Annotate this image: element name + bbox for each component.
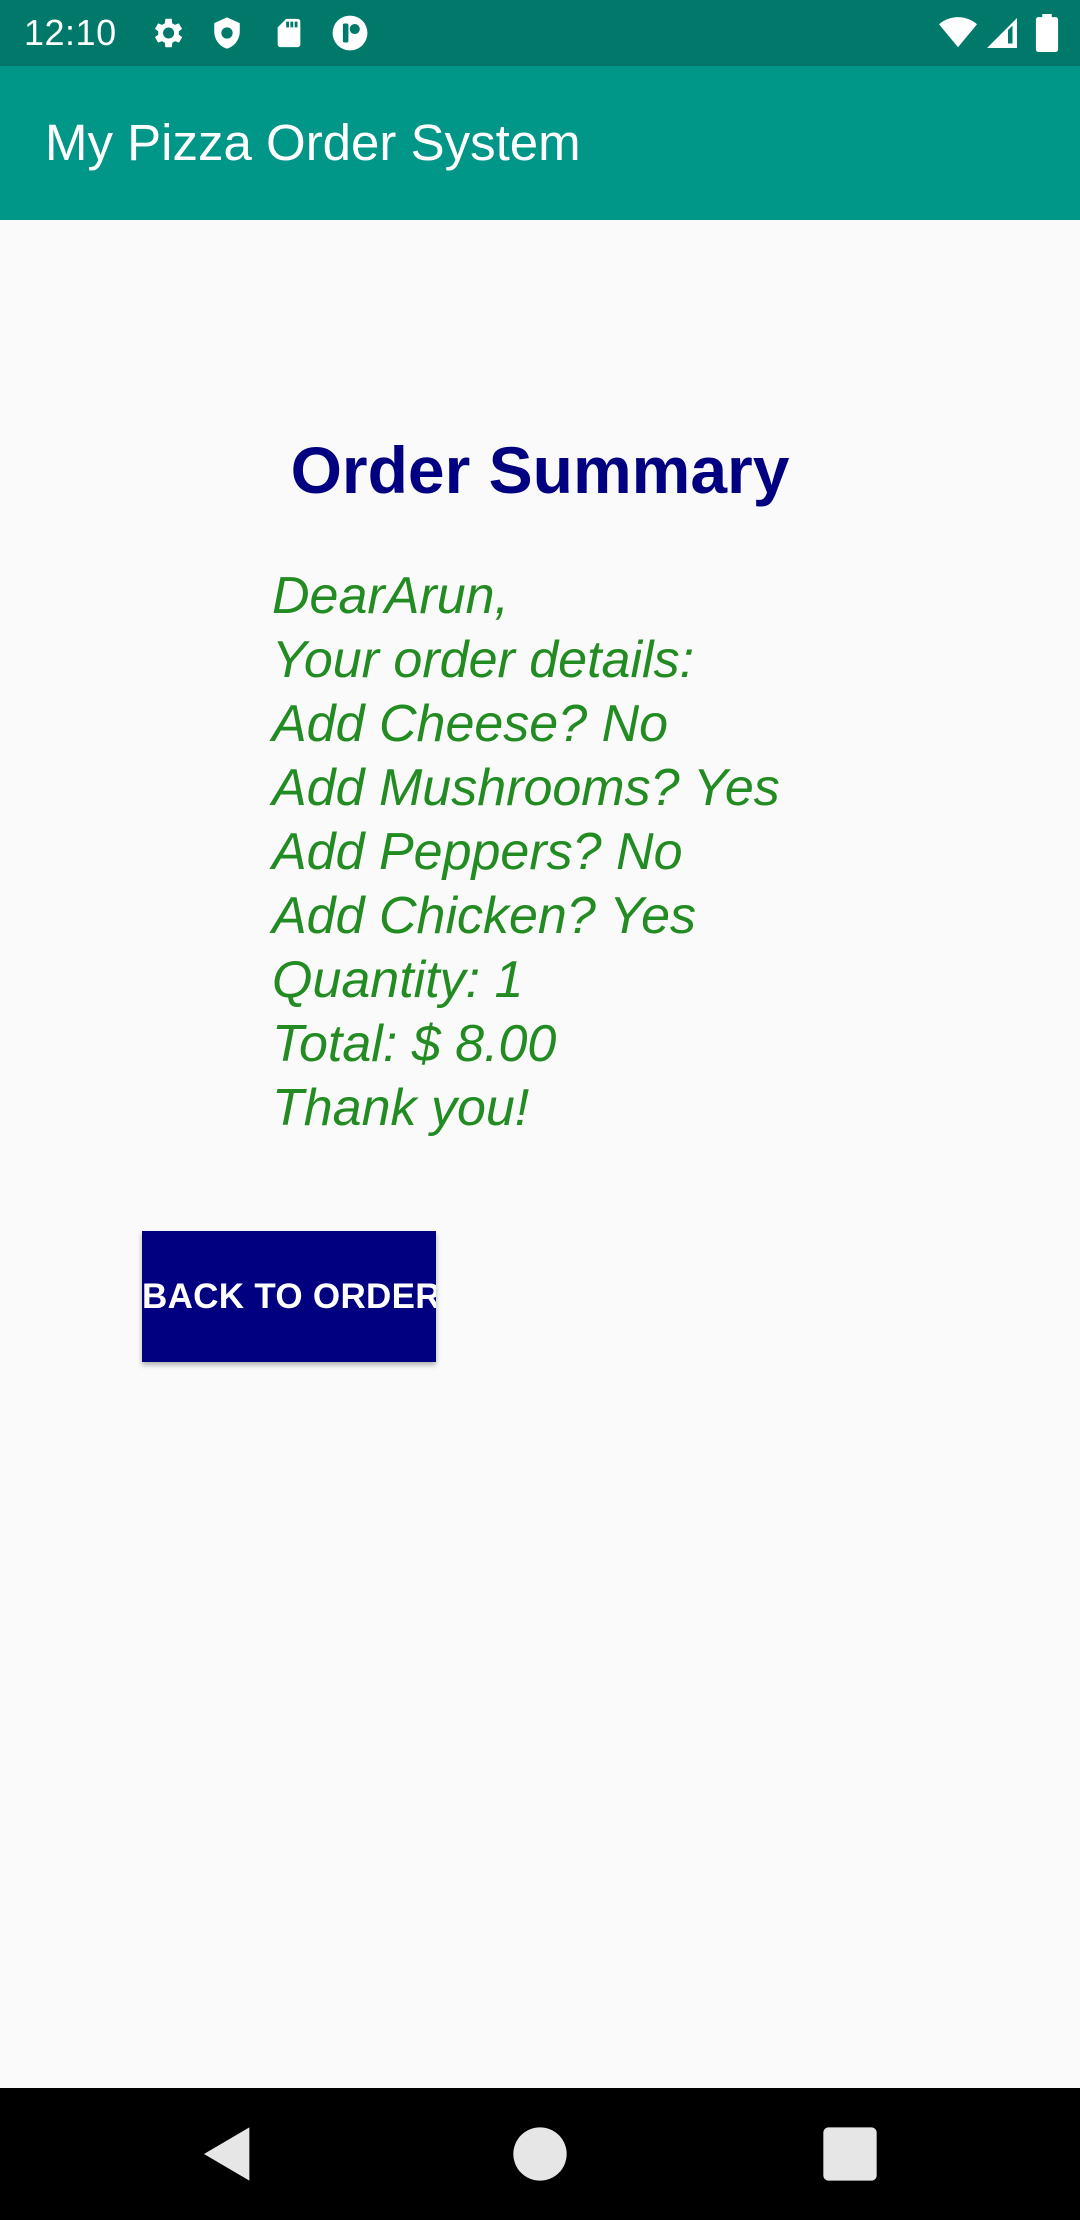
order-details-text: DearArun, Your order details: Add Cheese…	[272, 564, 1032, 1140]
mushrooms-line: Add Mushrooms? Yes	[272, 759, 780, 817]
battery-icon	[1035, 14, 1059, 52]
order-summary-screen: Order Summary DearArun, Your order detai…	[0, 220, 1080, 2088]
status-time: 12:10	[24, 12, 117, 53]
app-badge-icon	[332, 15, 368, 51]
back-to-order-button[interactable]: BACK TO ORDER	[142, 1231, 436, 1362]
peppers-line: Add Peppers? No	[272, 823, 683, 881]
app-bar: My Pizza Order System	[0, 66, 1080, 220]
sd-card-icon	[277, 18, 301, 48]
wifi-icon	[939, 17, 977, 48]
cheese-line: Add Cheese? No	[272, 695, 669, 753]
order-summary-title: Order Summary	[290, 433, 790, 507]
greeting-line: DearArun,	[272, 567, 509, 625]
app-title: My Pizza Order System	[45, 114, 581, 171]
gear-icon	[154, 18, 183, 48]
home-circle-icon[interactable]	[508, 2122, 572, 2186]
signal-icon	[987, 18, 1017, 48]
recents-square-icon[interactable]	[818, 2122, 882, 2186]
quantity-line: Quantity: 1	[272, 951, 524, 1009]
details-heading-line: Your order details:	[272, 631, 695, 689]
total-line: Total: $ 8.00	[272, 1015, 557, 1073]
thank-you-line: Thank you!	[272, 1079, 530, 1137]
back-triangle-icon[interactable]	[196, 2122, 260, 2186]
chicken-line: Add Chicken? Yes	[272, 887, 696, 945]
status-bar: 12:10	[0, 0, 1080, 66]
navigation-bar	[0, 2088, 1080, 2220]
shield-icon	[214, 17, 240, 49]
